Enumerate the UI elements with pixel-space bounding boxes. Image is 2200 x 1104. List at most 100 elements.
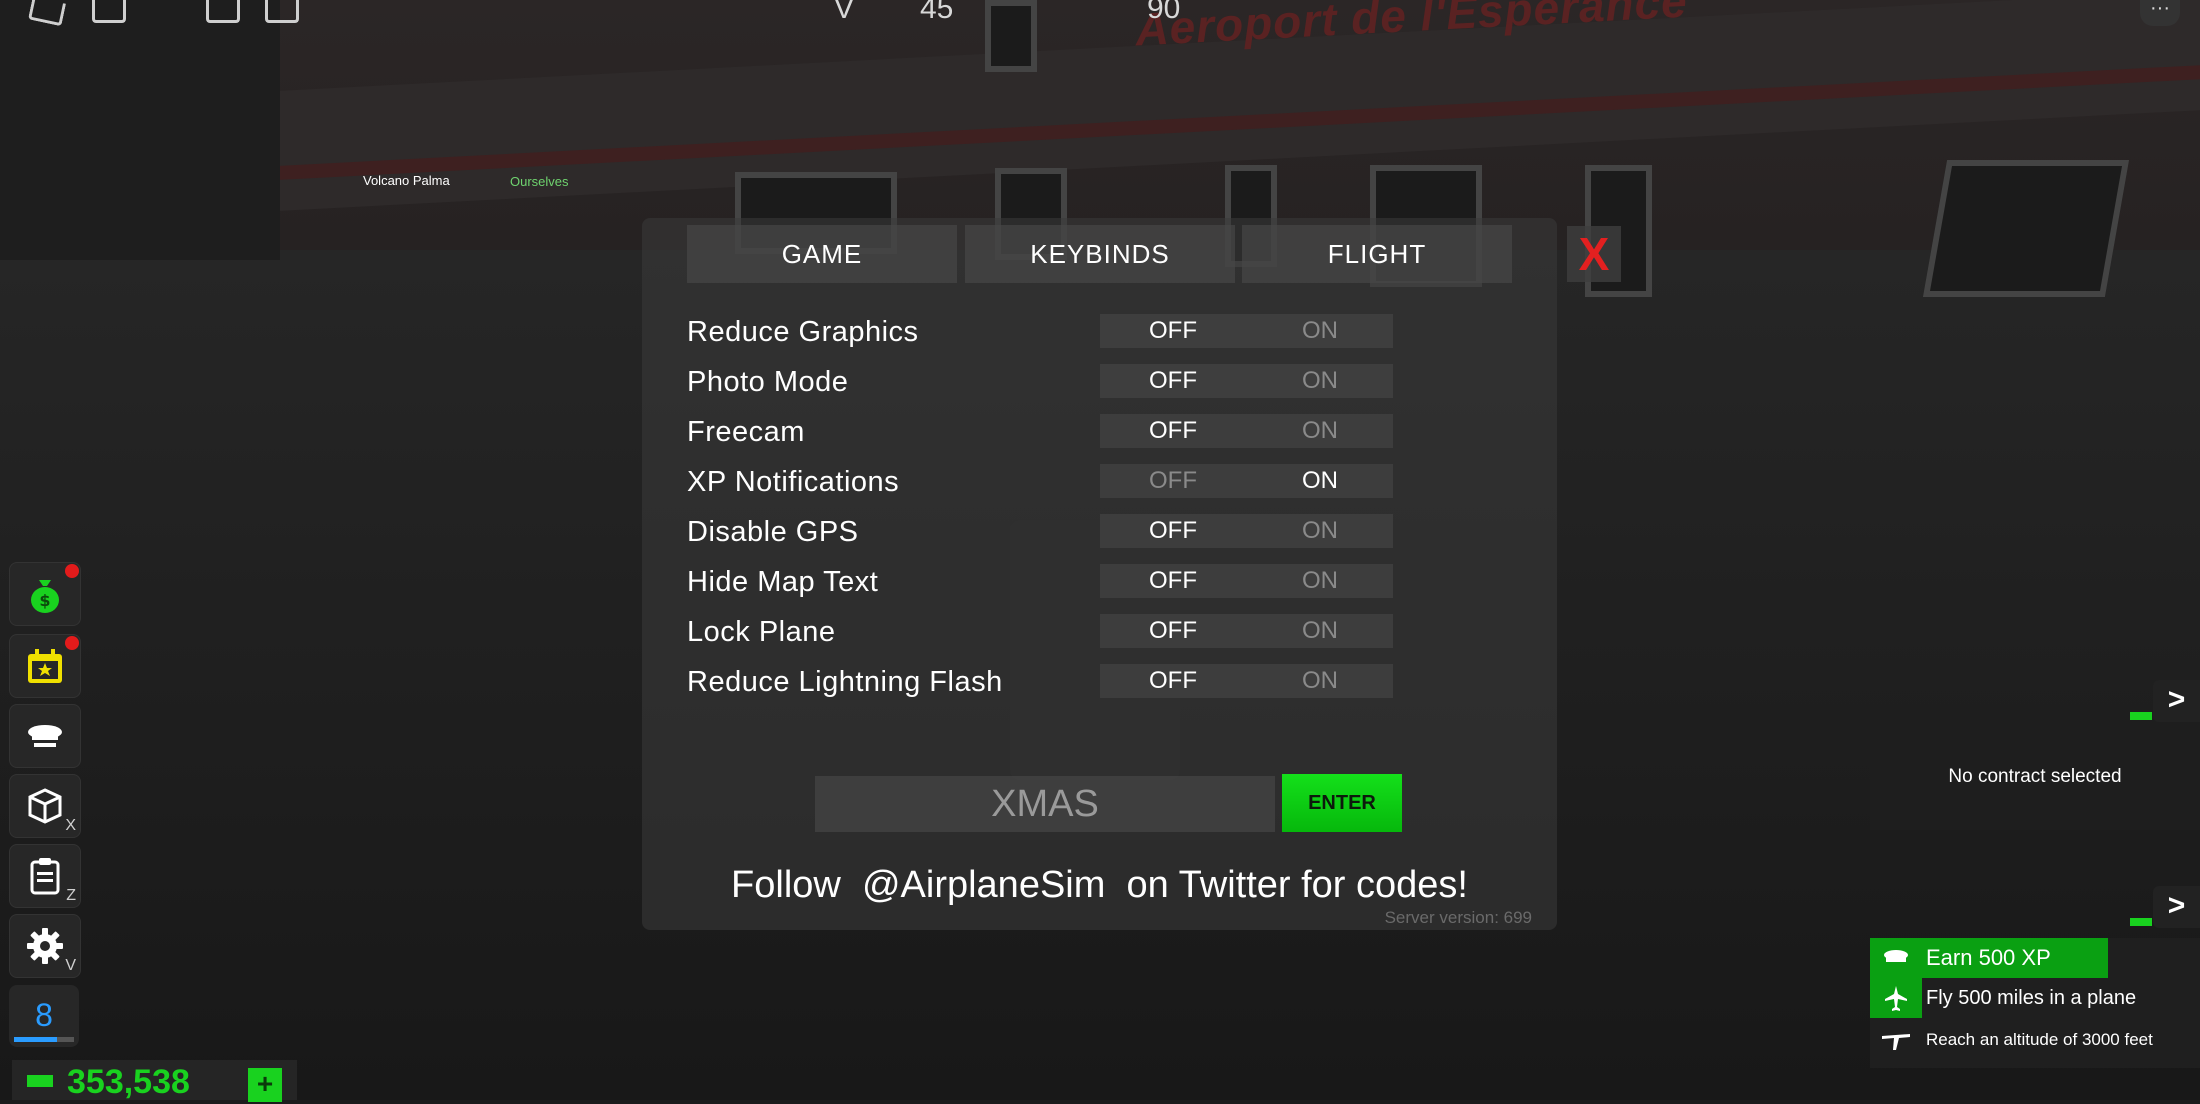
setting-row: Hide Map Text OFF ON — [687, 564, 1393, 600]
svg-text:$: $ — [39, 591, 50, 610]
contract-panel: No contract selected — [1870, 730, 2200, 830]
server-version: Server version: 699 — [1384, 908, 1532, 927]
notification-dot — [65, 636, 79, 650]
world-label-volcano: Volcano Palma — [363, 173, 450, 188]
terminal-shadow — [0, 0, 280, 260]
altitude-plane-icon — [1870, 1020, 1922, 1060]
setting-toggle: OFF ON — [1100, 364, 1393, 398]
setting-row: Reduce Lightning Flash OFF ON — [687, 664, 1393, 700]
setting-row: XP Notifications OFF ON — [687, 464, 1393, 500]
level-indicator: 8 — [9, 985, 79, 1047]
setting-label: Hide Map Text — [687, 566, 879, 598]
toggle-on-option[interactable]: ON — [1247, 664, 1393, 698]
setting-toggle: OFF ON — [1100, 414, 1393, 448]
quest-label: Fly 500 miles in a plane — [1926, 987, 2137, 1009]
code-input[interactable] — [815, 776, 1275, 832]
setting-label: Disable GPS — [687, 516, 859, 548]
inventory-button[interactable]: X — [9, 774, 81, 838]
pilot-button[interactable] — [9, 704, 81, 768]
daily-rewards-button[interactable] — [9, 634, 81, 698]
enter-button[interactable]: ENTER — [1282, 774, 1402, 832]
setting-label: XP Notifications — [687, 466, 900, 498]
tab-flight[interactable]: FLIGHT — [1242, 225, 1512, 283]
chat-icon[interactable] — [92, 0, 126, 23]
setting-toggle: OFF ON — [1100, 614, 1393, 648]
toggle-off-option[interactable]: OFF — [1100, 664, 1246, 698]
level-progress-bar — [14, 1037, 74, 1042]
setting-row: Lock Plane OFF ON — [687, 614, 1393, 650]
toggle-off-option[interactable]: OFF — [1100, 464, 1246, 498]
quest-item: Fly 500 miles in a plane — [1870, 978, 2200, 1018]
toggle-off-option[interactable]: OFF — [1100, 614, 1246, 648]
setting-row: Photo Mode OFF ON — [687, 364, 1393, 400]
hotkey-hint: Z — [66, 887, 76, 904]
hotkey-hint: V — [65, 957, 76, 974]
hud-value-90: 90 — [1147, 0, 1181, 25]
toggle-on-option[interactable]: ON — [1247, 514, 1393, 548]
toggle-off-option[interactable]: OFF — [1100, 514, 1246, 548]
quest-label: Reach an altitude of 3000 feet — [1926, 1030, 2153, 1049]
toggle-off-option[interactable]: OFF — [1100, 414, 1246, 448]
level-number: 8 — [35, 997, 53, 1033]
world-label-player: Ourselves — [510, 174, 569, 189]
toggle-on-option[interactable]: ON — [1247, 464, 1393, 498]
setting-label: Reduce Graphics — [687, 316, 919, 348]
quest-indicator — [2130, 918, 2152, 926]
add-money-button[interactable]: + — [248, 1068, 282, 1102]
setting-toggle: OFF ON — [1100, 314, 1393, 348]
quest-item: Earn 500 XP — [1870, 938, 2108, 978]
contract-indicator — [2130, 712, 2152, 720]
tab-keybinds[interactable]: KEYBINDS — [965, 225, 1235, 283]
terminal-window — [985, 0, 1037, 72]
quest-panel: Earn 500 XP Fly 500 miles in a plane Rea… — [1870, 938, 2200, 1068]
toggle-on-option[interactable]: ON — [1247, 364, 1393, 398]
money-panel: 353,538 + — [12, 1060, 297, 1102]
notification-dot — [65, 564, 79, 578]
setting-label: Reduce Lightning Flash — [687, 666, 1003, 698]
settings-button[interactable]: V — [9, 914, 81, 978]
toggle-off-option[interactable]: OFF — [1100, 364, 1246, 398]
calendar-star-icon — [28, 649, 62, 683]
setting-label: Freecam — [687, 416, 805, 448]
settings-panel: GAME KEYBINDS FLIGHT X Reduce Graphics OF… — [642, 218, 1621, 930]
toggle-on-option[interactable]: ON — [1247, 614, 1393, 648]
level-progress-fill — [14, 1037, 58, 1042]
more-menu-icon[interactable]: ··· — [2140, 0, 2180, 26]
setting-toggle: OFF ON — [1100, 664, 1393, 698]
setting-toggle: OFF ON — [1100, 514, 1393, 548]
pilot-hat-icon — [1870, 938, 1922, 978]
setting-toggle: OFF ON — [1100, 464, 1393, 498]
toggle-on-option[interactable]: ON — [1247, 314, 1393, 348]
hud-value-45: 45 — [920, 0, 954, 25]
box-icon — [28, 788, 62, 824]
quest-item: Reach an altitude of 3000 feet — [1870, 1020, 2200, 1060]
toggle-off-option[interactable]: OFF — [1100, 314, 1246, 348]
setting-row: Reduce Graphics OFF ON — [687, 314, 1393, 350]
toggle-on-option[interactable]: ON — [1247, 414, 1393, 448]
toggle-on-option[interactable]: ON — [1247, 564, 1393, 598]
close-icon[interactable]: X — [1567, 226, 1621, 282]
edit-icon[interactable] — [206, 0, 240, 23]
hotkey-hint: X — [65, 817, 76, 834]
money-bag-icon: $ — [31, 580, 59, 613]
pilot-hat-icon — [28, 725, 62, 747]
expand-quests-button[interactable]: > — [2153, 886, 2200, 928]
shop-button[interactable]: $ — [9, 562, 81, 626]
clipboard-icon — [30, 858, 60, 895]
setting-label: Lock Plane — [687, 616, 836, 648]
follow-text: Follow @AirplaneSim on Twitter for codes… — [731, 864, 1468, 906]
expand-contract-button[interactable]: > — [2153, 680, 2200, 722]
contracts-button[interactable]: Z — [9, 844, 81, 908]
camera-icon[interactable] — [265, 0, 299, 23]
plane-icon — [1870, 978, 1922, 1018]
tab-game[interactable]: GAME — [687, 225, 957, 283]
terminal-window — [1922, 160, 2130, 297]
contract-status: No contract selected — [1948, 766, 2122, 787]
cash-icon — [27, 1075, 53, 1087]
quest-label: Earn 500 XP — [1926, 945, 2051, 970]
gear-icon — [27, 928, 63, 964]
setting-label: Photo Mode — [687, 366, 849, 398]
toggle-off-option[interactable]: OFF — [1100, 564, 1246, 598]
setting-row: Disable GPS OFF ON — [687, 514, 1393, 550]
setting-toggle: OFF ON — [1100, 564, 1393, 598]
